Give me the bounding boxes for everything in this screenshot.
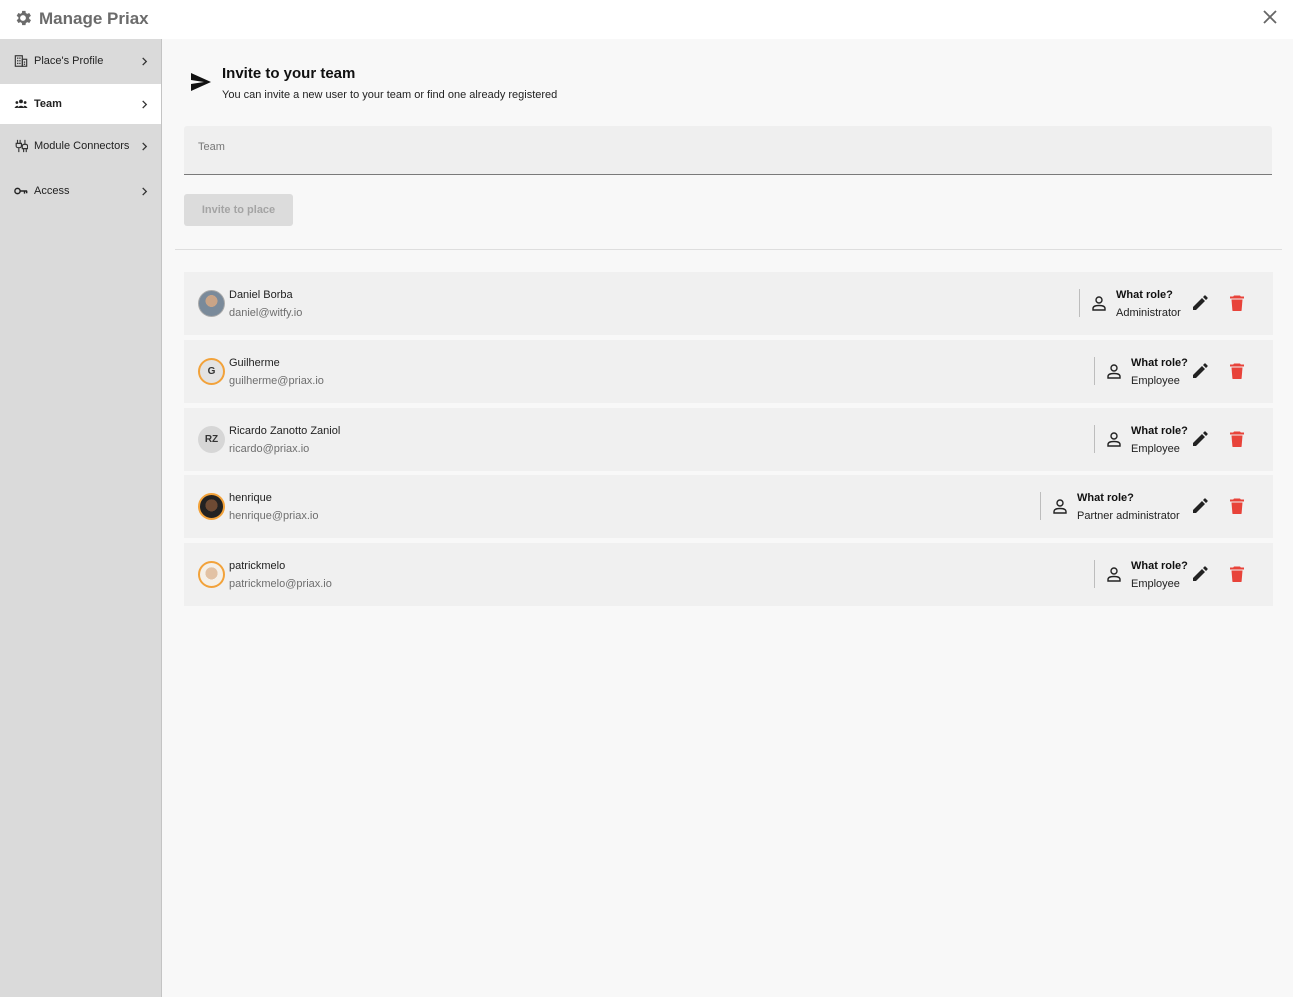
avatar: G <box>198 358 225 385</box>
member-row: RZ Ricardo Zanotto Zaniol ricardo@priax.… <box>184 408 1273 471</box>
person-icon <box>1092 296 1106 311</box>
member-row: Daniel Borba daniel@witfy.io What role? … <box>184 272 1273 335</box>
chevron-right-icon <box>142 56 148 66</box>
member-name: Guilherme <box>229 357 280 369</box>
send-icon <box>191 73 211 91</box>
member-email: patrickmelo@priax.io <box>229 578 332 590</box>
member-name: patrickmelo <box>229 560 286 572</box>
people-icon <box>14 99 28 108</box>
member-name: Ricardo Zanotto Zaniol <box>229 425 341 437</box>
sidebar-item-access[interactable]: Access <box>0 168 161 214</box>
member-email: ricardo@priax.io <box>229 443 310 455</box>
invite-to-place-button[interactable]: Invite to place <box>184 194 293 226</box>
role-value[interactable]: Employee <box>1131 443 1180 455</box>
title-bar: Manage Priax <box>0 0 1293 39</box>
member-name: henrique <box>229 492 272 504</box>
role-prompt: What role? <box>1131 425 1188 437</box>
person-icon <box>1053 499 1067 514</box>
role-separator <box>1079 289 1080 317</box>
role-prompt: What role? <box>1116 289 1173 301</box>
invite-subtitle: You can invite a new user to your team o… <box>222 89 558 101</box>
chevron-right-icon <box>142 99 148 109</box>
delete-icon[interactable] <box>1228 294 1246 312</box>
chevron-right-icon <box>142 186 148 196</box>
member-row: patrickmelo patrickmelo@priax.io What ro… <box>184 543 1273 606</box>
connector-icon <box>15 139 28 153</box>
role-separator <box>1094 425 1095 453</box>
divider <box>175 249 1282 250</box>
building-icon <box>14 55 28 67</box>
sidebar-item-team[interactable]: Team <box>0 84 161 124</box>
window-title: Manage Priax <box>39 9 149 28</box>
role-prompt: What role? <box>1131 357 1188 369</box>
role-prompt: What role? <box>1131 560 1188 572</box>
edit-icon[interactable] <box>1191 497 1209 515</box>
person-icon <box>1107 567 1121 582</box>
chevron-right-icon <box>142 141 148 151</box>
member-name: Daniel Borba <box>229 289 293 301</box>
person-icon <box>1107 432 1121 447</box>
member-email: henrique@priax.io <box>229 510 319 522</box>
avatar <box>198 561 225 588</box>
edit-icon[interactable] <box>1191 294 1209 312</box>
sidebar-item-label: Team <box>34 98 62 110</box>
delete-icon[interactable] <box>1228 362 1246 380</box>
invite-title: Invite to your team <box>222 65 356 82</box>
team-input-label: Team <box>198 141 225 153</box>
sidebar-item-module-connectors[interactable]: Module Connectors <box>0 125 161 167</box>
member-email: daniel@witfy.io <box>229 307 303 319</box>
member-row: henrique henrique@priax.io What role? Pa… <box>184 475 1273 538</box>
sidebar: Place's Profile Team Module Connectors A… <box>0 39 162 997</box>
sidebar-item-label: Module Connectors <box>34 140 130 152</box>
role-value[interactable]: Partner administrator <box>1077 510 1180 522</box>
avatar <box>198 290 225 317</box>
edit-icon[interactable] <box>1191 430 1209 448</box>
delete-icon[interactable] <box>1228 497 1246 515</box>
delete-icon[interactable] <box>1228 430 1246 448</box>
role-prompt: What role? <box>1077 492 1134 504</box>
sidebar-item-places-profile[interactable]: Place's Profile <box>0 39 161 83</box>
team-input[interactable]: Team <box>184 126 1272 175</box>
role-separator <box>1040 492 1041 520</box>
role-value[interactable]: Employee <box>1131 578 1180 590</box>
main-panel: Invite to your team You can invite a new… <box>162 39 1293 997</box>
role-value[interactable]: Employee <box>1131 375 1180 387</box>
role-value[interactable]: Administrator <box>1116 307 1181 319</box>
person-icon <box>1107 364 1121 379</box>
delete-icon[interactable] <box>1228 565 1246 583</box>
sidebar-item-label: Place's Profile <box>34 55 104 67</box>
avatar: RZ <box>198 426 225 453</box>
role-separator <box>1094 560 1095 588</box>
edit-icon[interactable] <box>1191 565 1209 583</box>
gear-icon <box>16 10 31 26</box>
avatar <box>198 493 225 520</box>
sidebar-item-label: Access <box>34 185 70 197</box>
role-separator <box>1094 357 1095 385</box>
key-icon <box>14 187 28 195</box>
member-row: G Guilherme guilherme@priax.io What role… <box>184 340 1273 403</box>
edit-icon[interactable] <box>1191 362 1209 380</box>
member-email: guilherme@priax.io <box>229 375 324 387</box>
close-icon[interactable] <box>1261 8 1279 26</box>
